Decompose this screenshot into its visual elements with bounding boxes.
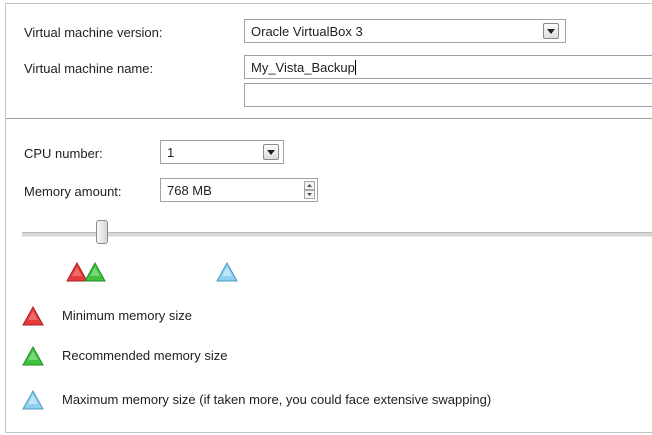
cpu-number-value: 1	[167, 145, 175, 160]
legend-minimum-label: Minimum memory size	[62, 308, 193, 323]
spin-updown-icon[interactable]	[304, 181, 315, 199]
memory-slider-track[interactable]	[22, 232, 652, 237]
memory-amount-value: 768 MB	[167, 183, 212, 198]
text-caret	[354, 60, 356, 75]
legend-maximum-label: Maximum memory size (if taken more, you …	[62, 392, 492, 407]
cpu-number-label: CPU number:	[24, 146, 103, 161]
vm-version-select[interactable]: Oracle VirtualBox 3	[244, 19, 566, 43]
vm-version-value: Oracle VirtualBox 3	[251, 24, 363, 39]
vm-name-label: Virtual machine name:	[24, 61, 154, 76]
memory-amount-label: Memory amount:	[24, 184, 122, 199]
blue-triangle-icon	[22, 390, 44, 410]
vm-version-label: Virtual machine version:	[24, 25, 163, 40]
section-divider	[6, 118, 652, 120]
vm-name-field[interactable]	[244, 83, 652, 107]
chevron-down-icon[interactable]	[543, 23, 559, 39]
red-triangle-icon	[22, 306, 44, 326]
green-triangle-icon	[22, 346, 44, 366]
chevron-down-icon[interactable]	[263, 144, 279, 160]
green-triangle-icon	[84, 262, 106, 282]
legend-recommended-label: Recommended memory size	[62, 348, 228, 363]
blue-triangle-icon	[216, 262, 238, 282]
memory-slider-thumb[interactable]	[96, 220, 108, 244]
memory-amount-spinbox[interactable]: 768 MB	[160, 178, 318, 202]
vm-name-value-wrap: My_Vista_Backup	[251, 60, 356, 75]
vm-name-input[interactable]: My_Vista_Backup	[244, 55, 652, 79]
cpu-number-select[interactable]: 1	[160, 140, 284, 164]
vm-name-value: My_Vista_Backup	[251, 60, 355, 75]
